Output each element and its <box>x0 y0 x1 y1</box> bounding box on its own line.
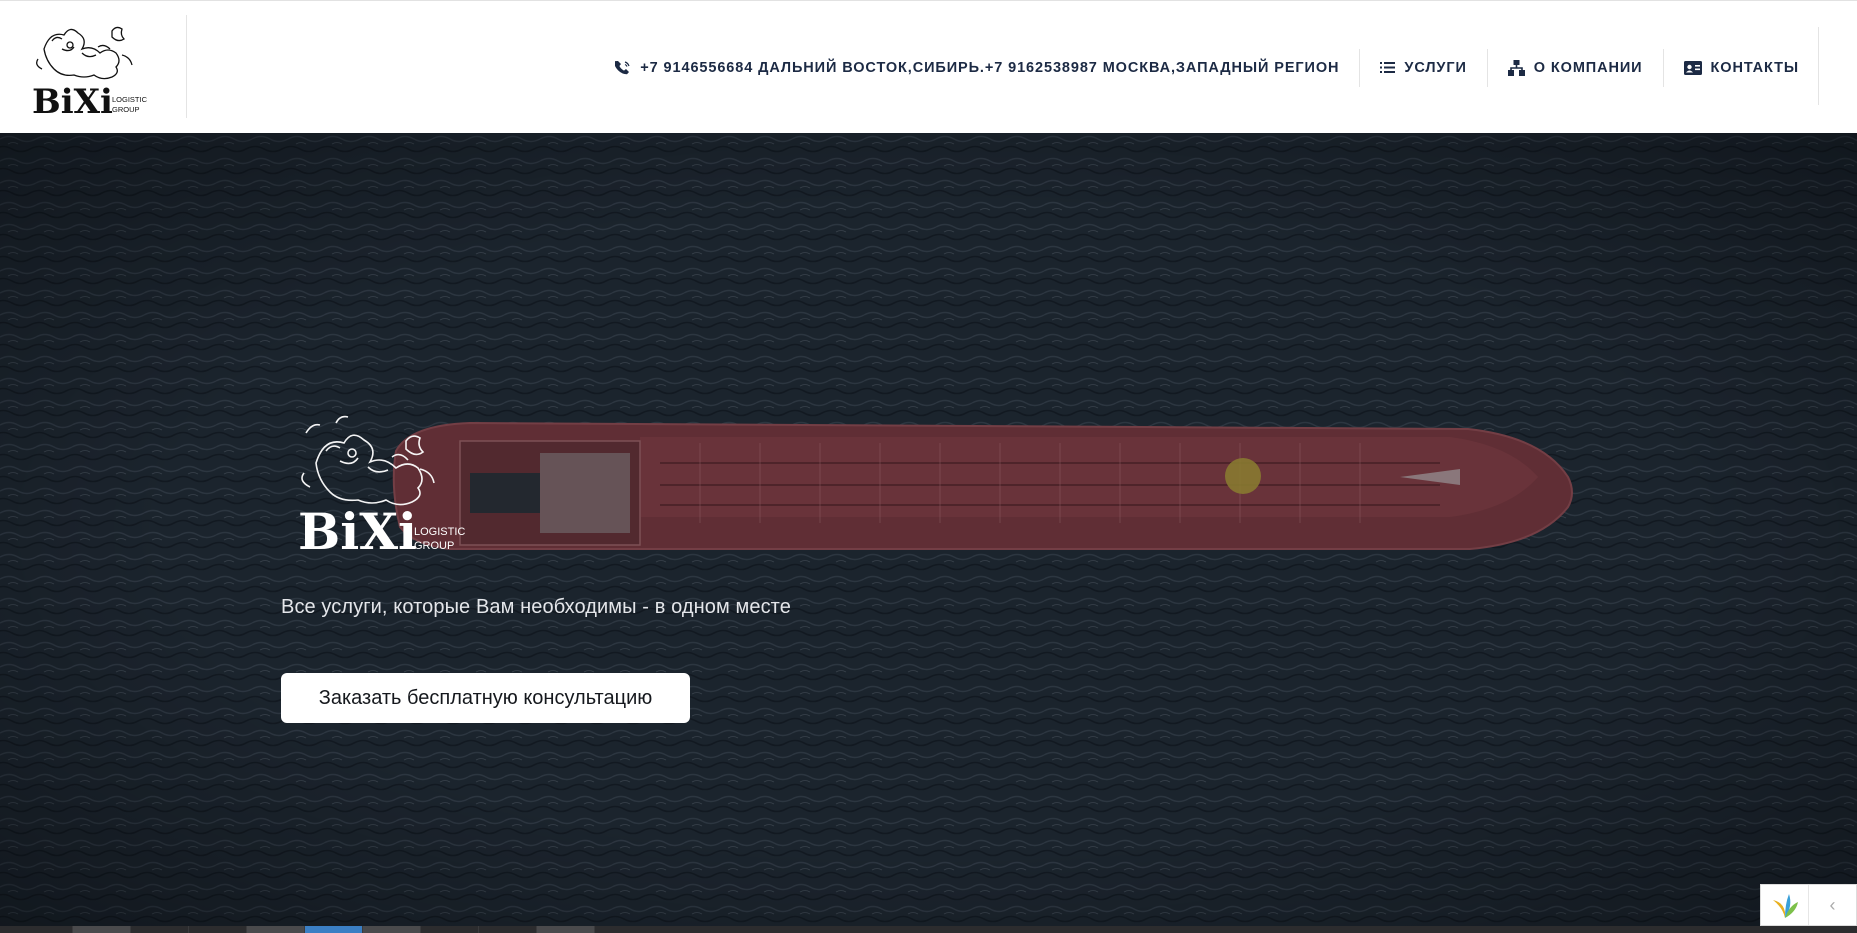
bottom-bar-segment <box>594 926 652 933</box>
bottom-bar-segment <box>536 926 594 933</box>
logo-sub-1: LOGISTIC <box>112 95 148 104</box>
sea-ship-background <box>0 133 1857 926</box>
nav-services[interactable]: УСЛУГИ <box>1359 48 1486 87</box>
header-divider <box>1818 27 1819 105</box>
logo-sub-2: GROUP <box>112 105 140 114</box>
sitemap-icon <box>1507 59 1525 76</box>
hero-banner: BiXi LOGISTIC GROUP Все услуги, которые … <box>0 133 1857 926</box>
bottom-bar-segment <box>72 926 130 933</box>
hero-logo-sub-1: LOGISTIC <box>414 526 465 538</box>
hero-bixi-logo: BiXi LOGISTIC GROUP <box>298 415 465 558</box>
list-icon <box>1380 62 1396 73</box>
site-header: BiXi LOGISTIC GROUP +7 9146556684 ДАЛЬНИ… <box>0 0 1857 133</box>
three-leaf-logo-icon <box>1772 894 1798 918</box>
bottom-bar-segment <box>0 926 72 933</box>
logo-link[interactable]: BiXi LOGISTIC GROUP <box>0 15 187 119</box>
hero-logo-wordmark: BiXi <box>298 502 417 558</box>
nav-about-label: О КОМПАНИИ <box>1533 59 1643 76</box>
bottom-bar-segment <box>420 926 478 933</box>
bottom-bar-segment-active <box>304 926 362 933</box>
nav-about[interactable]: О КОМПАНИИ <box>1486 48 1663 87</box>
bixi-logo: BiXi LOGISTIC GROUP <box>32 26 148 119</box>
phone-icon <box>615 60 630 74</box>
widget-collapse-button[interactable]: ‹ <box>1809 885 1856 925</box>
nav-services-label: УСЛУГИ <box>1404 59 1467 76</box>
nav-contacts-label: КОНТАКТЫ <box>1710 59 1799 76</box>
main-nav: +7 9146556684 ДАЛЬНИЙ ВОСТОК,СИБИРЬ.+7 9… <box>595 1 1819 134</box>
logo-wordmark: BiXi <box>32 82 113 119</box>
id-card-icon <box>1683 60 1702 75</box>
hero-tagline: Все услуги, которые Вам необходимы - в о… <box>281 596 791 618</box>
bottom-bar-segment <box>362 926 420 933</box>
nav-contacts[interactable]: КОНТАКТЫ <box>1662 48 1819 87</box>
nav-phones-label: +7 9146556684 ДАЛЬНИЙ ВОСТОК,СИБИРЬ.+7 9… <box>640 59 1340 76</box>
free-consultation-button[interactable]: Заказать бесплатную консультацию <box>281 673 690 723</box>
bottom-bar <box>0 926 1857 933</box>
bottom-bar-segment <box>246 926 304 933</box>
nav-phones[interactable]: +7 9146556684 ДАЛЬНИЙ ВОСТОК,СИБИРЬ.+7 9… <box>595 49 1359 87</box>
bottom-bar-segment <box>478 926 536 933</box>
corner-widget[interactable]: ‹ <box>1760 884 1857 926</box>
bottom-bar-segment <box>130 926 188 933</box>
hero-logo-sub-2: GROUP <box>414 540 454 552</box>
bottom-bar-segment <box>188 926 246 933</box>
widget-logo[interactable] <box>1761 885 1809 925</box>
